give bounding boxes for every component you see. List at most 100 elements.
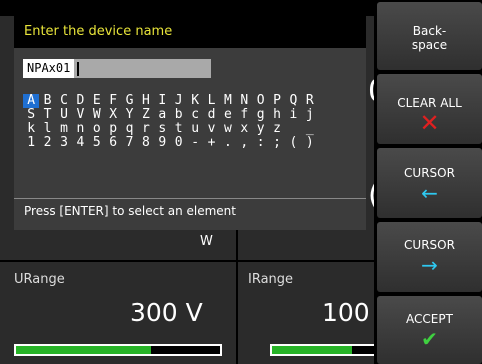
char-key[interactable]: Y <box>121 108 137 122</box>
char-key[interactable]: R <box>302 94 318 108</box>
backspace-button[interactable]: Back- space <box>377 2 482 70</box>
instrument-screen: : l 0 ( W U Ra n g e 300 V IRange 100 Enter … <box>0 0 482 364</box>
cursor-left-label: CURSOR <box>404 166 455 180</box>
char-key[interactable]: C <box>56 94 72 108</box>
char-key[interactable]: U <box>56 108 72 122</box>
char-key[interactable]: g <box>252 108 268 122</box>
char-key[interactable]: r <box>138 122 154 136</box>
char-key[interactable]: K <box>187 94 203 108</box>
char-key[interactable]: I <box>154 94 170 108</box>
char-key[interactable]: k <box>23 122 39 136</box>
character-grid: ABCDEFGHIJKLMNOPQRSTUVWXYZabcdefghijklmn… <box>23 94 358 150</box>
char-key[interactable]: O <box>252 94 268 108</box>
char-key[interactable]: a <box>154 108 170 122</box>
char-key[interactable]: ; <box>269 136 285 150</box>
urange-value: 300 V <box>130 298 203 327</box>
char-key[interactable]: 3 <box>56 136 72 150</box>
char-key[interactable]: A <box>23 94 40 108</box>
char-key[interactable]: X <box>105 108 121 122</box>
arrow-left-icon: ← <box>421 181 438 205</box>
irange-level-bar <box>270 344 380 356</box>
char-key[interactable]: u <box>187 122 203 136</box>
char-key[interactable]: N <box>236 94 252 108</box>
char-key[interactable]: 4 <box>72 136 88 150</box>
char-key[interactable]: h <box>269 108 285 122</box>
char-key[interactable]: P <box>269 94 285 108</box>
char-key[interactable]: e <box>220 108 236 122</box>
char-key[interactable]: t <box>171 122 187 136</box>
char-key[interactable]: w <box>220 122 236 136</box>
char-key[interactable]: f <box>236 108 252 122</box>
char-key[interactable]: z <box>269 122 285 136</box>
char-key[interactable]: 1 <box>23 136 39 150</box>
char-row: 1 2 3 4 5 6 7 8 9 0- +.,:;() <box>23 136 358 150</box>
char-key[interactable]: ) <box>302 136 318 150</box>
char-key[interactable]: 8 <box>138 136 154 150</box>
cursor-right-button[interactable]: CURSOR → <box>377 222 482 292</box>
char-key[interactable]: o <box>89 122 105 136</box>
char-key[interactable]: J <box>171 94 187 108</box>
accept-button[interactable]: ACCEPT ✔ <box>377 296 482 364</box>
dialog-hint: Press [ENTER] to select an element <box>24 204 236 218</box>
char-key[interactable]: p <box>105 122 121 136</box>
device-name-dialog: Enter the device name NPAx01 ABCDEFGHIJK… <box>14 16 366 230</box>
dialog-title: Enter the device name <box>14 16 366 48</box>
char-key[interactable]: D <box>72 94 88 108</box>
char-key[interactable]: 6 <box>105 136 121 150</box>
char-key[interactable]: y <box>252 122 268 136</box>
char-key[interactable]: i <box>285 108 301 122</box>
char-key[interactable]: 0 <box>171 136 187 150</box>
char-key[interactable]: Q <box>285 94 301 108</box>
char-key[interactable]: . <box>220 136 236 150</box>
char-key[interactable]: v <box>203 122 219 136</box>
char-key[interactable]: V <box>72 108 88 122</box>
char-key[interactable]: T <box>39 108 55 122</box>
char-key[interactable]: 2 <box>39 136 55 150</box>
char-key[interactable]: q <box>121 122 137 136</box>
char-key[interactable]: - <box>187 136 203 150</box>
char-key[interactable]: Z <box>138 108 154 122</box>
clear-all-button[interactable]: CLEAR ALL ✕ <box>377 74 482 144</box>
softkey-panel: Back- space CLEAR ALL ✕ CURSOR ← CURSOR … <box>374 0 482 364</box>
urange-level-bar <box>14 344 222 356</box>
char-key[interactable]: S <box>23 108 39 122</box>
char-key[interactable]: ( <box>285 136 301 150</box>
char-key[interactable]: l <box>39 122 55 136</box>
char-key[interactable]: + <box>203 136 219 150</box>
char-row: klmnopqrstuvwxyz _ <box>23 122 358 136</box>
text-cursor <box>77 62 79 76</box>
char-key[interactable] <box>285 122 301 136</box>
char-key[interactable]: , <box>236 136 252 150</box>
char-key[interactable]: b <box>171 108 187 122</box>
clear-all-label: CLEAR ALL <box>397 96 462 110</box>
char-key[interactable]: m <box>56 122 72 136</box>
char-key[interactable]: B <box>39 94 55 108</box>
char-row: ABCDEFGHIJKLMNOPQR <box>23 94 358 108</box>
char-key[interactable]: 9 <box>154 136 170 150</box>
char-key[interactable]: G <box>121 94 137 108</box>
char-key[interactable]: s <box>154 122 170 136</box>
char-key[interactable]: W <box>89 108 105 122</box>
char-key[interactable]: : <box>252 136 268 150</box>
char-key[interactable]: _ <box>302 122 318 136</box>
cursor-left-button[interactable]: CURSOR ← <box>377 148 482 218</box>
char-key[interactable]: 5 <box>89 136 105 150</box>
char-key[interactable]: x <box>236 122 252 136</box>
char-key[interactable]: d <box>203 108 219 122</box>
char-key[interactable]: c <box>187 108 203 122</box>
char-key[interactable]: j <box>302 108 318 122</box>
irange-panel: IRange 100 <box>238 262 380 364</box>
irange-level-fill <box>272 346 352 354</box>
char-key[interactable]: M <box>220 94 236 108</box>
char-key[interactable]: F <box>105 94 121 108</box>
device-name-value: NPAx01 <box>23 59 75 78</box>
char-key[interactable]: L <box>203 94 219 108</box>
device-name-input[interactable]: NPAx01 <box>23 59 211 78</box>
dialog-divider <box>14 198 366 199</box>
char-key[interactable]: H <box>138 94 154 108</box>
x-mark-icon: ✕ <box>419 109 440 137</box>
char-key[interactable]: n <box>72 122 88 136</box>
char-key[interactable]: E <box>89 94 105 108</box>
irange-label: IRange <box>248 272 294 287</box>
char-key[interactable]: 7 <box>121 136 137 150</box>
